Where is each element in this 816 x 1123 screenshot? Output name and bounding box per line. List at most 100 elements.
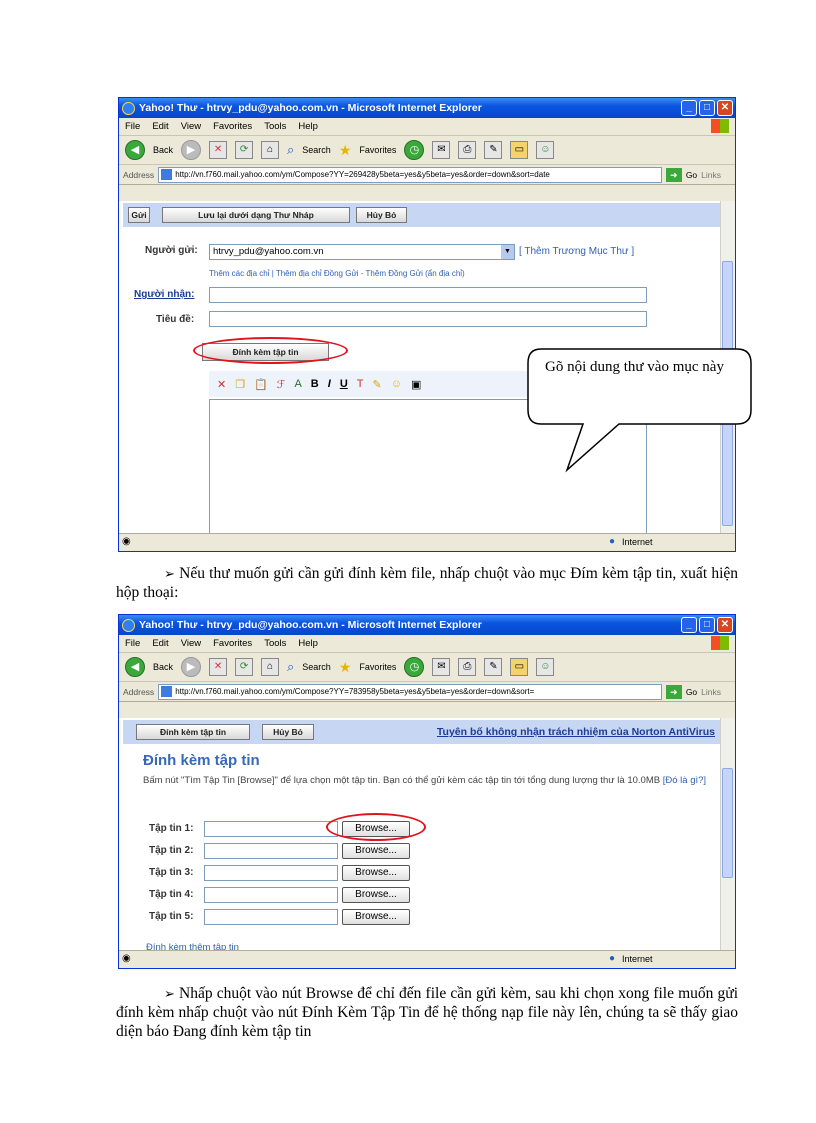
menu-favorites[interactable]: Favorites — [213, 638, 252, 649]
browse-button-4[interactable]: Browse... — [342, 887, 410, 903]
refresh-icon[interactable]: ⟳ — [235, 141, 254, 159]
menu-help[interactable]: Help — [298, 638, 318, 649]
send-button[interactable]: Gửi — [128, 207, 150, 223]
cut-icon[interactable]: ✕ — [217, 378, 226, 391]
back-icon[interactable]: ◀ — [125, 657, 145, 677]
norton-disclaimer-link[interactable]: Tuyên bố không nhận trách nhiệm của Nort… — [437, 726, 715, 738]
forward-icon[interactable]: ▶ — [181, 140, 202, 160]
toolbar: ◀ Back ▶ ✕ ⟳ ⌂ ⌕ Search ★ Favorites ◷ ✉ … — [119, 653, 735, 682]
image-icon[interactable]: ▣ — [411, 378, 421, 391]
file-input-1[interactable] — [204, 821, 338, 837]
go-icon[interactable]: ➜ — [665, 684, 682, 699]
favorites-label[interactable]: Favorites — [359, 145, 396, 155]
history-icon[interactable]: ◷ — [404, 657, 425, 677]
file-input-3[interactable] — [204, 865, 338, 881]
close-button[interactable]: ✕ — [717, 617, 733, 633]
vertical-scrollbar[interactable] — [720, 718, 735, 951]
menu-tools[interactable]: Tools — [264, 121, 286, 132]
address-input[interactable]: http://vn.f760.mail.yahoo.com/ym/Compose… — [158, 166, 662, 183]
refresh-icon[interactable]: ⟳ — [235, 658, 254, 676]
menu-view[interactable]: View — [181, 121, 201, 132]
menu-file[interactable]: File — [125, 638, 140, 649]
menu-favorites[interactable]: Favorites — [213, 121, 252, 132]
menu-file[interactable]: File — [125, 121, 140, 132]
search-label[interactable]: Search — [302, 145, 331, 155]
file-input-4[interactable] — [204, 887, 338, 903]
minimize-button[interactable]: _ — [681, 617, 697, 633]
to-input[interactable] — [209, 287, 647, 303]
favorites-label[interactable]: Favorites — [359, 662, 396, 672]
file-input-2[interactable] — [204, 843, 338, 859]
menu-tools[interactable]: Tools — [264, 638, 286, 649]
print-icon[interactable]: ⎙ — [458, 658, 477, 676]
history-icon[interactable]: ◷ — [404, 140, 425, 160]
chevron-down-icon[interactable]: ▼ — [501, 245, 514, 259]
favorites-icon[interactable]: ★ — [339, 659, 352, 676]
go-button[interactable]: Go — [686, 170, 697, 180]
back-icon[interactable]: ◀ — [125, 140, 145, 160]
close-button[interactable]: ✕ — [717, 100, 733, 116]
cancel-button[interactable]: Hủy Bỏ — [356, 207, 407, 223]
maximize-button[interactable]: □ — [699, 617, 715, 633]
font-icon[interactable]: ℱ — [277, 378, 286, 391]
home-icon[interactable]: ⌂ — [261, 141, 280, 159]
italic-icon[interactable]: I — [328, 378, 331, 390]
menu-view[interactable]: View — [181, 638, 201, 649]
stop-icon[interactable]: ✕ — [209, 658, 228, 676]
messenger-icon[interactable]: ☺ — [536, 658, 555, 676]
mail-icon[interactable]: ✉ — [432, 658, 451, 676]
save-draft-button[interactable]: Lưu lại dưới dạng Thư Nháp — [162, 207, 350, 223]
from-select[interactable]: htrvy_pdu@yahoo.com.vn ▼ — [209, 244, 515, 260]
cancel-button[interactable]: Hủy Bỏ — [262, 724, 314, 740]
menu-edit[interactable]: Edit — [152, 638, 168, 649]
go-icon[interactable]: ➜ — [665, 167, 682, 182]
mail-icon[interactable]: ✉ — [432, 141, 451, 159]
messenger-icon[interactable]: ☺ — [536, 141, 555, 159]
subject-input[interactable] — [209, 311, 647, 327]
ie-icon — [122, 101, 135, 115]
copy-icon[interactable]: ❐ — [235, 378, 245, 391]
title-bar: Yahoo! Thư - htrvy_pdu@yahoo.com.vn - Mi… — [119, 615, 735, 635]
attach-instructions: Bấm nút "Tìm Tập Tin [Browse]" để lựa ch… — [143, 774, 713, 787]
menu-edit[interactable]: Edit — [152, 121, 168, 132]
edit-icon[interactable]: ✎ — [484, 658, 503, 676]
scroll-thumb[interactable] — [722, 768, 733, 878]
paste-icon[interactable]: 📋 — [254, 378, 268, 391]
to-label[interactable]: Người nhận: — [134, 289, 194, 300]
maximize-button[interactable]: □ — [699, 100, 715, 116]
back-label[interactable]: Back — [153, 145, 173, 155]
emoticon-icon[interactable]: ☺ — [391, 378, 402, 390]
back-label[interactable]: Back — [153, 662, 173, 672]
browse-button-3[interactable]: Browse... — [342, 865, 410, 881]
highlight-icon[interactable]: ✎ — [373, 378, 382, 391]
underline-icon[interactable]: U — [340, 378, 348, 390]
search-icon[interactable]: ⌕ — [287, 659, 294, 675]
minimize-button[interactable]: _ — [681, 100, 697, 116]
bold-icon[interactable]: B — [311, 378, 319, 390]
folder-icon[interactable]: ▭ — [510, 141, 529, 159]
search-icon[interactable]: ⌕ — [287, 142, 294, 158]
go-button[interactable]: Go — [686, 687, 697, 697]
favorites-icon[interactable]: ★ — [339, 142, 352, 159]
menu-help[interactable]: Help — [298, 121, 318, 132]
links-label[interactable]: Links — [701, 170, 721, 180]
add-account-link[interactable]: [ Thêm Trương Mục Thư ] — [519, 246, 634, 257]
stop-icon[interactable]: ✕ — [209, 141, 228, 159]
print-icon[interactable]: ⎙ — [458, 141, 477, 159]
file-input-5[interactable] — [204, 909, 338, 925]
what-is-this-link[interactable]: [Đó là gì?] — [663, 775, 706, 786]
folder-icon[interactable]: ▭ — [510, 658, 529, 676]
links-label[interactable]: Links — [701, 687, 721, 697]
font-size-icon[interactable]: A — [294, 378, 301, 390]
browse-button-5[interactable]: Browse... — [342, 909, 410, 925]
text-color-icon[interactable]: T — [357, 378, 364, 390]
attach-files-button[interactable]: Đính kèm tập tin — [136, 724, 250, 740]
address-input[interactable]: http://vn.f760.mail.yahoo.com/ym/Compose… — [158, 683, 662, 700]
home-icon[interactable]: ⌂ — [261, 658, 280, 676]
search-label[interactable]: Search — [302, 662, 331, 672]
browse-button-2[interactable]: Browse... — [342, 843, 410, 859]
edit-icon[interactable]: ✎ — [484, 141, 503, 159]
address-links[interactable]: Thêm các địa chỉ | Thêm địa chỉ Đồng Gửi… — [209, 269, 465, 278]
forward-icon[interactable]: ▶ — [181, 657, 202, 677]
highlight-oval-browse — [326, 813, 426, 841]
